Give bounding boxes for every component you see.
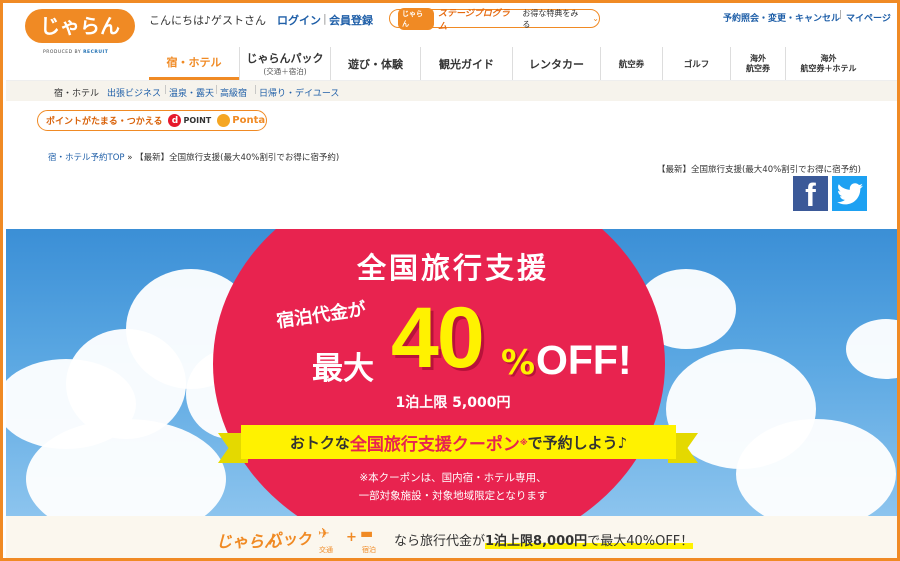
breadcrumb-home[interactable]: 宿・ホテル予約TOP bbox=[48, 153, 125, 163]
nav-guide[interactable]: 観光ガイド bbox=[420, 47, 512, 80]
facebook-icon: f bbox=[805, 177, 816, 213]
coupon-ribbon: おトクな 全国旅行支援クーポン ※ で予約しよう♪ bbox=[241, 425, 676, 459]
divider: | bbox=[839, 10, 843, 20]
jalan-pack-label: パック bbox=[268, 530, 314, 548]
subnav-dayuse[interactable]: 日帰り・デイユース bbox=[259, 86, 339, 99]
stage-label: ステージプログラム bbox=[437, 8, 510, 32]
subnav-hotel[interactable]: 宿・ホテル bbox=[54, 86, 99, 99]
hero-banner[interactable]: 全国旅行支援 宿泊代金が 最大 40 % OFF! 1泊上限 5,000円 おト… bbox=[6, 229, 897, 516]
nav-flights[interactable]: 航空券 bbox=[600, 47, 662, 80]
points-label: ポイントがたまる・つかえる bbox=[46, 117, 163, 127]
page-frame: じゃらん PRODUCED BY RECRUIT こんにちは♪ゲストさん ログイ… bbox=[0, 0, 900, 561]
dpoint-icon: d bbox=[168, 114, 182, 127]
page-title: 【最新】全国旅行支援(最大40%割引でお得に宿予約) bbox=[656, 165, 861, 175]
nav-hotel[interactable]: 宿・ホテル bbox=[149, 47, 239, 80]
divider: | bbox=[323, 12, 327, 25]
hero-note-line2: 一部対象施設・対象地域限定となります bbox=[358, 490, 548, 502]
nav-overseas-flight-hotel[interactable]: 海外 航空券＋ホテル bbox=[785, 47, 871, 80]
subnav-luxury[interactable]: 高級宿 bbox=[220, 86, 247, 99]
logo-produced-by: PRODUCED BY RECRUIT bbox=[43, 50, 109, 55]
hero-off-label: OFF! bbox=[536, 337, 632, 383]
sub-nav: 宿・ホテル 出張ビジネス | 温泉・露天 | 高級宿 | 日帰り・デイユース bbox=[6, 80, 897, 101]
airplane-icon: ✈ bbox=[318, 526, 330, 542]
jalan-pack-text: なら旅行代金が1泊上限8,000円で最大40%OFF！ bbox=[394, 534, 694, 549]
hero-discount-number: 40 bbox=[391, 290, 485, 386]
stage-sub: お得な特典をみる bbox=[522, 8, 579, 29]
dpoint-logo: d POINT bbox=[168, 114, 211, 127]
breadcrumb: 宿・ホテル予約TOP » 【最新】全国旅行支援(最大40%割引でお得に宿予約) bbox=[48, 151, 339, 163]
main-nav: 宿・ホテル じゃらんパック (交通＋宿泊) 遊び・体験 観光ガイド レンタカー 航… bbox=[149, 47, 877, 80]
svg-text:じゃらん: じゃらん bbox=[40, 14, 120, 38]
jalan-pack-banner[interactable]: じゃらん パック ✈ 交通 + ▬ 宿泊 なら旅行代金が1泊上限8,000円で最… bbox=[6, 516, 897, 558]
nav-jalan-pack[interactable]: じゃらんパック (交通＋宿泊) bbox=[239, 47, 330, 80]
hero-percent: % bbox=[501, 343, 536, 383]
mypage-link[interactable]: マイページ bbox=[846, 11, 891, 24]
hero-note-line1: ※本クーポンは、国内宿・ホテル専用、 bbox=[359, 472, 547, 484]
stay-label: 宿泊 bbox=[362, 546, 376, 554]
coupon-highlight: 全国旅行支援クーポン bbox=[349, 434, 520, 455]
divider: | bbox=[254, 85, 258, 95]
nav-golf[interactable]: ゴルフ bbox=[662, 47, 730, 80]
stage-badge: じゃらん bbox=[398, 7, 434, 30]
greeting: こんにちは♪ゲストさん bbox=[149, 14, 267, 27]
ponta-logo: Ponta bbox=[217, 114, 265, 127]
stage-program-button[interactable]: じゃらん ステージプログラム お得な特典をみる ⌄ bbox=[389, 7, 600, 32]
points-banner[interactable]: ポイントがたまる・つかえる d POINT Ponta bbox=[37, 110, 267, 131]
nav-overseas-flights[interactable]: 海外 航空券 bbox=[730, 47, 785, 80]
nav-activities[interactable]: 遊び・体験 bbox=[330, 47, 420, 80]
plus-icon: + bbox=[346, 530, 357, 545]
hero-limit: 1泊上限 5,000円 bbox=[395, 395, 511, 411]
register-link[interactable]: 会員登録 bbox=[329, 12, 373, 28]
nav-rentacar[interactable]: レンタカー bbox=[512, 47, 600, 80]
reservation-link[interactable]: 予約照会・変更・キャンセル bbox=[723, 11, 840, 24]
jalan-logo[interactable]: じゃらん bbox=[25, 9, 135, 43]
cloud bbox=[846, 319, 897, 379]
divider: | bbox=[164, 85, 168, 95]
breadcrumb-current: 【最新】全国旅行支援(最大40%割引でお得に宿予約) bbox=[135, 153, 340, 163]
chevron-down-icon: ⌄ bbox=[592, 14, 599, 23]
subnav-onsen[interactable]: 温泉・露天 bbox=[169, 86, 214, 99]
bed-icon: ▬ bbox=[360, 526, 374, 542]
facebook-share-button[interactable]: f bbox=[793, 176, 828, 211]
twitter-icon bbox=[836, 182, 863, 204]
twitter-share-button[interactable] bbox=[832, 176, 867, 211]
divider: | bbox=[215, 85, 219, 95]
subnav-business[interactable]: 出張ビジネス bbox=[107, 86, 161, 99]
login-link[interactable]: ログイン bbox=[277, 12, 321, 28]
hero-max-label: 最大 bbox=[312, 351, 374, 387]
transport-label: 交通 bbox=[319, 546, 333, 554]
hero-title: 全国旅行支援 bbox=[356, 251, 549, 285]
ponta-icon bbox=[217, 114, 231, 127]
breadcrumb-separator: » bbox=[127, 153, 133, 163]
